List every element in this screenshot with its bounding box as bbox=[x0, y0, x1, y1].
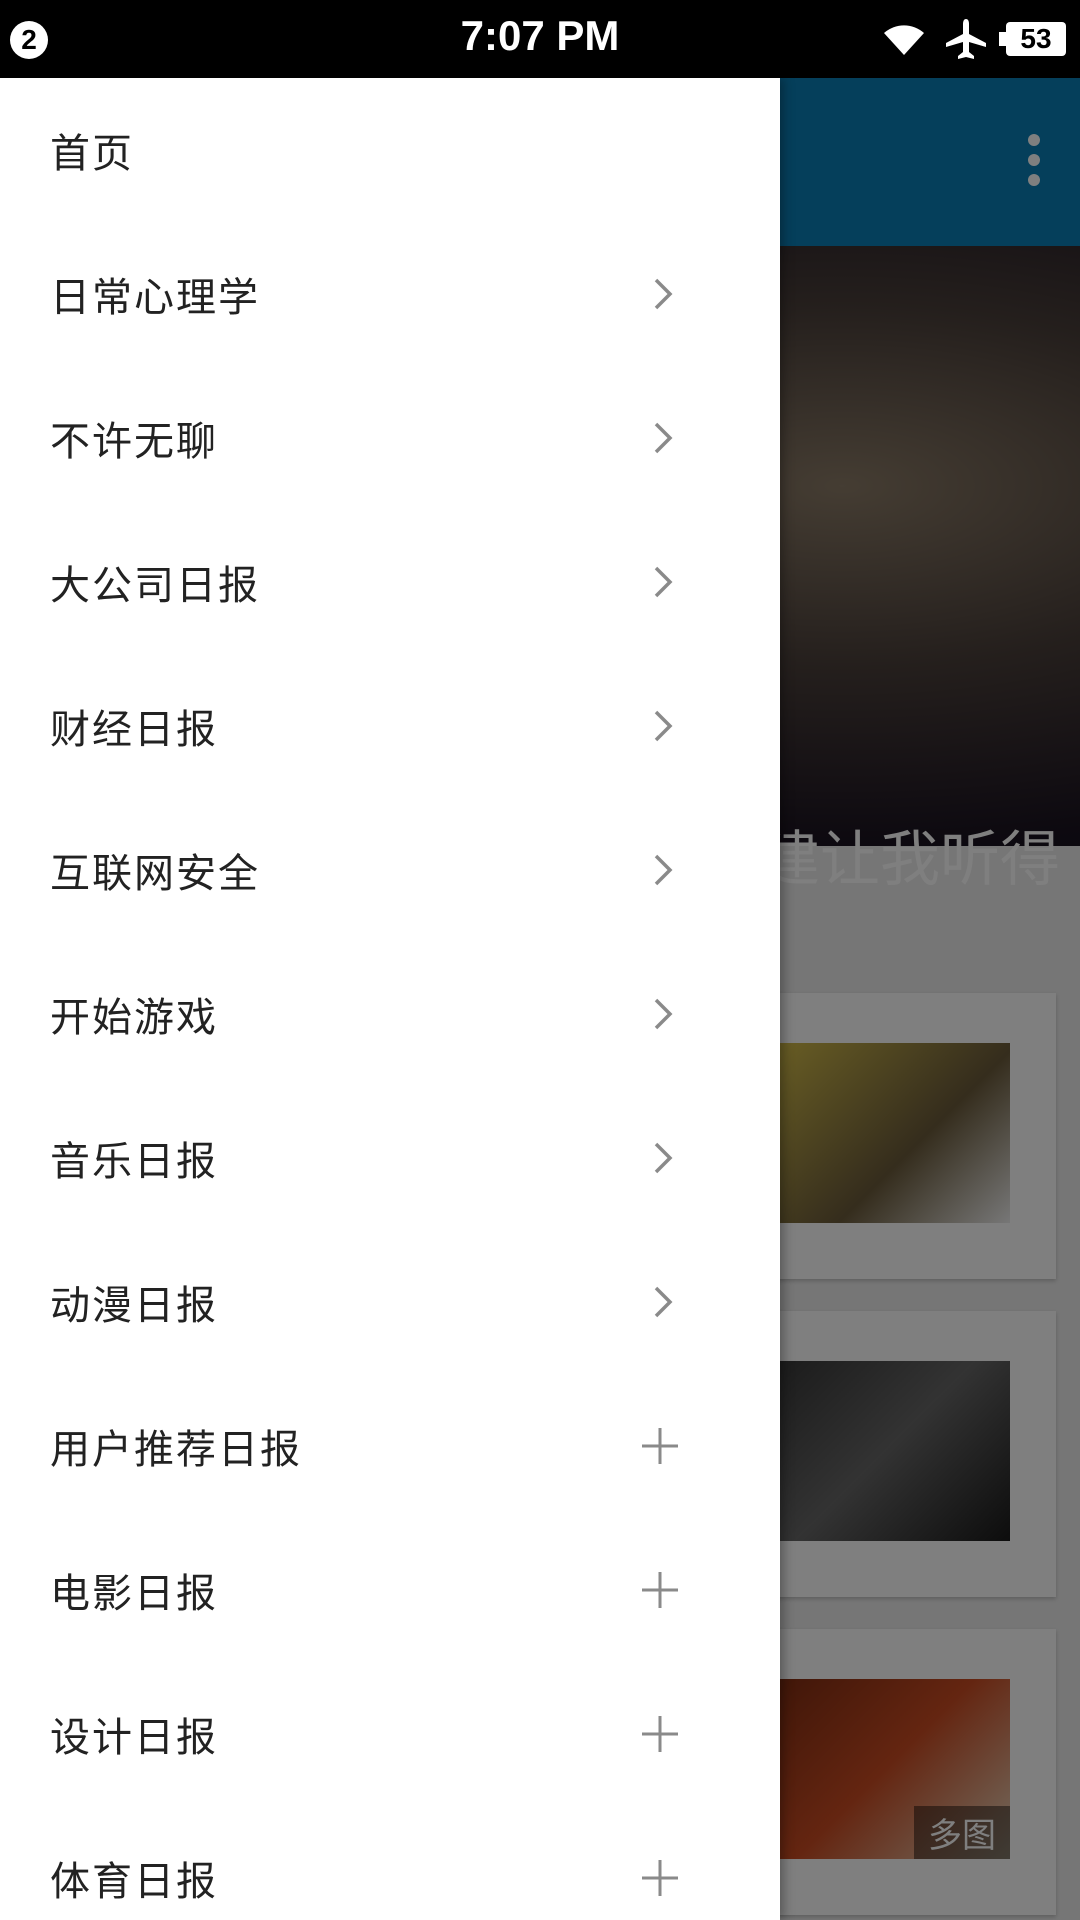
drawer-item-label: 日常心理学 bbox=[50, 275, 260, 321]
drawer-item-label: 电影日报 bbox=[50, 1571, 218, 1617]
plus-icon[interactable] bbox=[640, 1858, 680, 1898]
drawer-item-label: 设计日报 bbox=[50, 1715, 218, 1761]
drawer-item-music-daily[interactable]: 音乐日报 bbox=[0, 1086, 780, 1230]
drawer-menu: 首页 日常心理学 不许无聊 大公司日报 财经日报 互联网安全 开始游戏 音乐日报 bbox=[0, 78, 780, 1920]
drawer-item-start-game[interactable]: 开始游戏 bbox=[0, 942, 780, 1086]
chevron-right-icon bbox=[654, 566, 673, 598]
airplane-mode-icon bbox=[946, 19, 986, 59]
chevron-right-icon bbox=[654, 422, 673, 454]
chevron-right-icon bbox=[654, 854, 673, 886]
navigation-drawer: 首页 日常心理学 不许无聊 大公司日报 财经日报 互联网安全 开始游戏 音乐日报 bbox=[0, 78, 780, 1920]
drawer-item-finance-daily[interactable]: 财经日报 bbox=[0, 654, 780, 798]
drawer-item-label: 首页 bbox=[50, 131, 134, 177]
status-icons: 53 bbox=[882, 16, 1066, 62]
chevron-right-icon bbox=[654, 1142, 673, 1174]
plus-icon[interactable] bbox=[640, 1426, 680, 1466]
drawer-item-home[interactable]: 首页 bbox=[0, 78, 780, 222]
drawer-item-no-boredom[interactable]: 不许无聊 bbox=[0, 366, 780, 510]
drawer-item-label: 音乐日报 bbox=[50, 1139, 218, 1185]
plus-icon[interactable] bbox=[640, 1570, 680, 1610]
drawer-item-sports-daily[interactable]: 体育日报 bbox=[0, 1806, 780, 1920]
drawer-item-user-recommended-daily[interactable]: 用户推荐日报 bbox=[0, 1374, 780, 1518]
drawer-item-daily-psychology[interactable]: 日常心理学 bbox=[0, 222, 780, 366]
chevron-right-icon bbox=[654, 1286, 673, 1318]
drawer-item-label: 开始游戏 bbox=[50, 995, 218, 1041]
drawer-item-label: 财经日报 bbox=[50, 707, 218, 753]
drawer-item-label: 动漫日报 bbox=[50, 1283, 218, 1329]
drawer-item-label: 体育日报 bbox=[50, 1859, 218, 1905]
drawer-item-movie-daily[interactable]: 电影日报 bbox=[0, 1518, 780, 1662]
drawer-item-anime-daily[interactable]: 动漫日报 bbox=[0, 1230, 780, 1374]
drawer-item-design-daily[interactable]: 设计日报 bbox=[0, 1662, 780, 1806]
drawer-item-label: 大公司日报 bbox=[50, 563, 260, 609]
chevron-right-icon bbox=[654, 278, 673, 310]
drawer-item-internet-security[interactable]: 互联网安全 bbox=[0, 798, 780, 942]
chevron-right-icon bbox=[654, 998, 673, 1030]
battery-icon: 53 bbox=[999, 22, 1066, 56]
plus-icon[interactable] bbox=[640, 1714, 680, 1754]
wifi-icon bbox=[884, 25, 924, 55]
chevron-right-icon bbox=[654, 710, 673, 742]
drawer-item-big-company-daily[interactable]: 大公司日报 bbox=[0, 510, 780, 654]
drawer-item-label: 不许无聊 bbox=[50, 419, 218, 465]
drawer-item-label: 用户推荐日报 bbox=[50, 1427, 302, 1473]
status-bar: 2 7:07 PM 53 bbox=[0, 0, 1080, 78]
drawer-item-label: 互联网安全 bbox=[50, 851, 260, 897]
